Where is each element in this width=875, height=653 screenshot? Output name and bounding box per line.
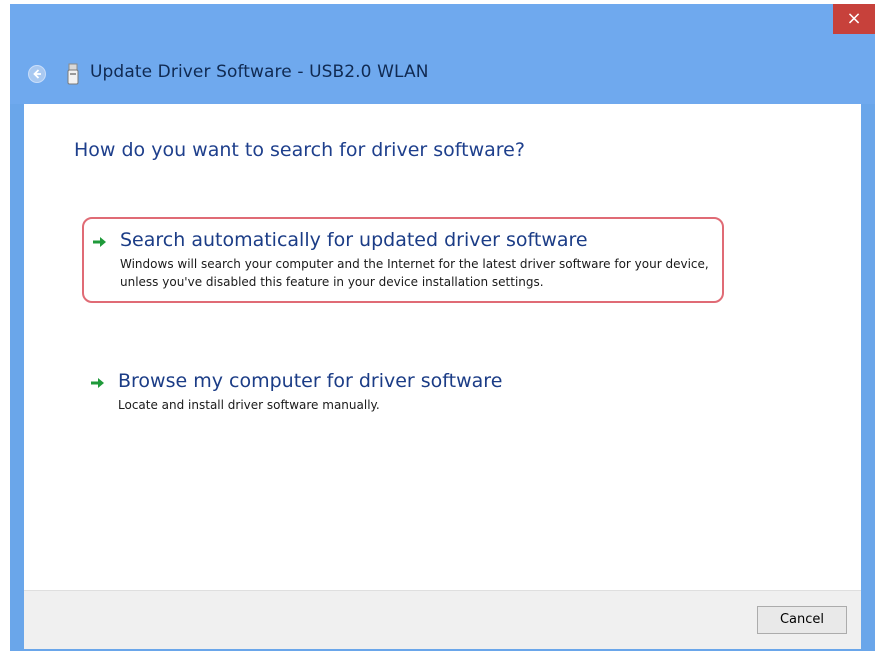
dialog-window: × Update Driver Software - USB2.0 WLAN H…: [10, 4, 875, 651]
green-arrow-icon: [93, 237, 106, 247]
option-title: Search automatically for updated driver …: [120, 229, 588, 251]
option-search-automatically[interactable]: Search automatically for updated driver …: [82, 217, 724, 303]
window-title: Update Driver Software - USB2.0 WLAN: [90, 62, 429, 82]
option-description: Locate and install driver software manua…: [118, 398, 380, 412]
close-button[interactable]: ×: [833, 4, 875, 34]
close-icon: ×: [846, 8, 862, 29]
title-bar: × Update Driver Software - USB2.0 WLAN: [10, 4, 875, 104]
option-description: Windows will search your computer and th…: [120, 257, 709, 289]
option-browse-computer[interactable]: Browse my computer for driver software L…: [82, 360, 724, 424]
option-title: Browse my computer for driver software: [118, 370, 503, 392]
cancel-button[interactable]: Cancel: [757, 606, 847, 634]
back-arrow-icon: [33, 69, 41, 79]
dialog-footer: Cancel: [24, 590, 861, 649]
usb-device-icon: [67, 63, 79, 85]
dialog-content: How do you want to search for driver sof…: [24, 104, 861, 649]
back-button[interactable]: [28, 65, 46, 83]
page-question: How do you want to search for driver sof…: [74, 139, 525, 161]
green-arrow-icon: [91, 378, 104, 388]
